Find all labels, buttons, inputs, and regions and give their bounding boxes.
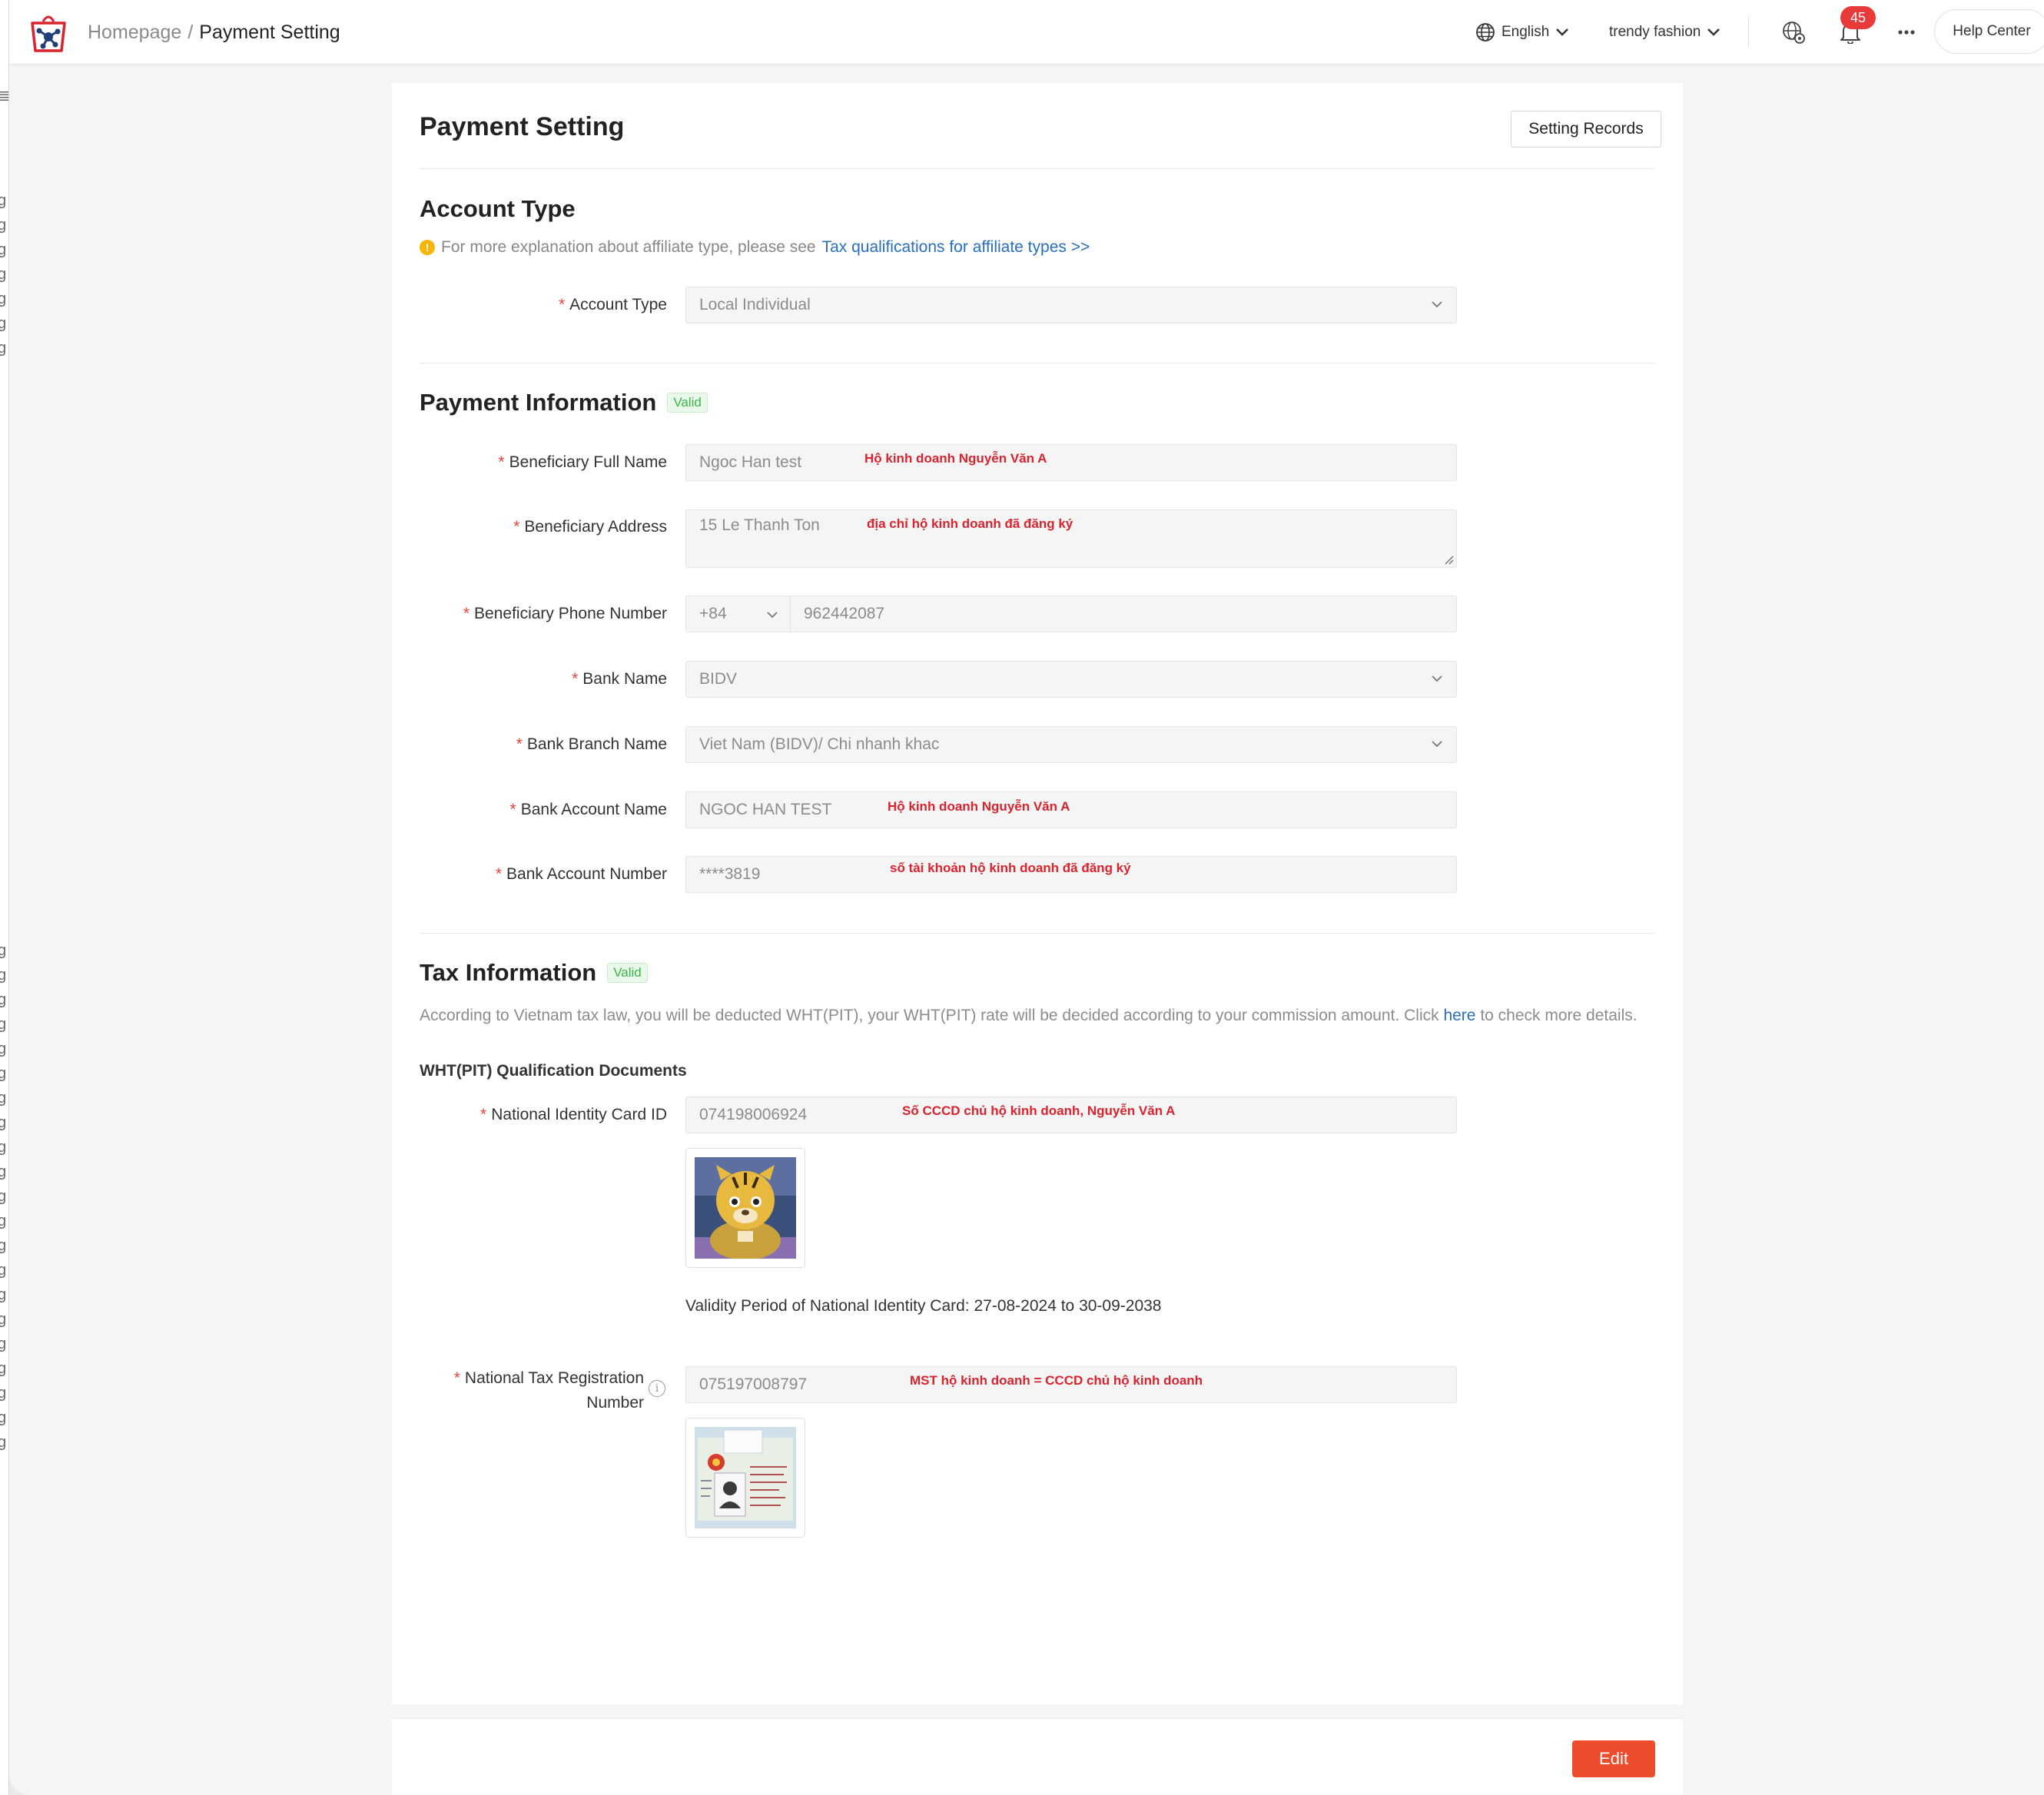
payment-information-heading: Payment Information bbox=[420, 389, 657, 416]
annotation-full-name: Hộ kinh doanh Nguyễn Văn A bbox=[864, 451, 1047, 466]
globe-icon bbox=[1476, 23, 1495, 41]
affiliate-type-hint: ! For more explanation about affiliate t… bbox=[420, 238, 1090, 257]
left-window-edge: ≣ ggggggg ggggggggggggggggggggg bbox=[0, 0, 9, 1795]
status-badge: Valid bbox=[667, 393, 708, 413]
notification-count-badge: 45 bbox=[1840, 6, 1876, 29]
tax-document-photo bbox=[695, 1427, 796, 1528]
bank-name-value: BIDV bbox=[699, 670, 738, 688]
wht-documents-title: WHT(PIT) Qualification Documents bbox=[420, 1062, 687, 1080]
beneficiary-address-value: 15 Le Thanh Ton bbox=[699, 516, 820, 534]
beneficiary-address-label: * Beneficiary Address bbox=[513, 518, 667, 536]
language-label: English bbox=[1501, 24, 1550, 40]
tax-details-link[interactable]: here bbox=[1443, 1007, 1475, 1024]
beneficiary-phone-label: * Beneficiary Phone Number bbox=[463, 605, 667, 622]
divider bbox=[420, 933, 1655, 934]
beneficiary-full-name-label: * Beneficiary Full Name bbox=[498, 453, 667, 471]
info-icon[interactable]: i bbox=[649, 1380, 665, 1397]
breadcrumb-current: Payment Setting bbox=[199, 22, 340, 43]
bank-branch-label: * Bank Branch Name bbox=[516, 735, 667, 753]
bank-account-number-value: ****3819 bbox=[699, 865, 761, 883]
chevron-down-icon bbox=[1432, 301, 1442, 308]
account-type-value: Local Individual bbox=[699, 296, 811, 314]
annotation-address: địa chỉ hộ kinh doanh đã đăng ký bbox=[867, 516, 1073, 531]
language-selector[interactable]: English bbox=[1475, 20, 1569, 45]
bank-branch-select[interactable]: Viet Nam (BIDV)/ Chi nhanh khac bbox=[685, 726, 1457, 763]
phone-number-value: 962442087 bbox=[804, 605, 885, 622]
annotation-tax-number: MST hộ kinh doanh = CCCD chủ hộ kinh doa… bbox=[910, 1373, 1203, 1388]
payment-information-section-title: Payment Information Valid bbox=[420, 389, 708, 416]
tax-information-section-title: Tax Information Valid bbox=[420, 959, 648, 987]
shop-name: trendy fashion bbox=[1609, 24, 1701, 40]
info-warning-icon: ! bbox=[420, 240, 435, 255]
divider bbox=[420, 168, 1655, 169]
annotation-national-id: Số CCCD chủ hộ kinh doanh, Nguyễn Văn A bbox=[902, 1103, 1176, 1118]
chevron-down-icon bbox=[1707, 28, 1720, 36]
tax-qualifications-link[interactable]: Tax qualifications for affiliate types >… bbox=[822, 238, 1090, 257]
tax-description: According to Vietnam tax law, you will b… bbox=[420, 1007, 1638, 1024]
phone-number-input[interactable]: 962442087 bbox=[804, 596, 884, 632]
phone-country-code: +84 bbox=[699, 605, 727, 622]
shop-selector[interactable]: trendy fashion bbox=[1609, 20, 1720, 45]
national-id-value: 074198006924 bbox=[699, 1106, 808, 1123]
more-options-icon[interactable] bbox=[1893, 18, 1920, 46]
phone-country-code-select[interactable]: +84 bbox=[686, 596, 791, 632]
setting-records-button[interactable]: Setting Records bbox=[1511, 111, 1661, 148]
status-badge: Valid bbox=[607, 963, 648, 983]
help-center-button[interactable]: Help Center bbox=[1934, 9, 2044, 54]
resize-handle-icon[interactable] bbox=[1443, 554, 1454, 565]
app-logo-icon[interactable] bbox=[28, 11, 69, 54]
tax-document-image-thumbnail[interactable] bbox=[685, 1418, 805, 1538]
beneficiary-full-name-field[interactable]: Ngoc Han test bbox=[685, 444, 1457, 481]
edit-button[interactable]: Edit bbox=[1572, 1740, 1655, 1777]
national-id-image-thumbnail[interactable] bbox=[685, 1148, 805, 1268]
bank-name-label: * Bank Name bbox=[572, 670, 667, 688]
bank-account-name-field[interactable]: NGOC HAN TEST bbox=[685, 791, 1457, 828]
hint-text: For more explanation about affiliate typ… bbox=[441, 238, 816, 256]
account-type-section-title: Account Type bbox=[420, 195, 576, 223]
id-card-photo bbox=[695, 1157, 796, 1259]
bank-account-name-label: * Bank Account Name bbox=[509, 801, 667, 818]
chevron-down-icon bbox=[1556, 28, 1569, 36]
breadcrumb-separator: / bbox=[187, 22, 194, 43]
annotation-account-number: số tài khoản hộ kinh doanh đã đăng ký bbox=[890, 861, 1131, 875]
account-type-select[interactable]: Local Individual bbox=[685, 287, 1457, 323]
tax-information-heading: Tax Information bbox=[420, 959, 597, 986]
app-window: Homepage / Payment Setting English trendy … bbox=[9, 0, 2044, 1795]
national-tax-registration-label: * National Tax Registration Number bbox=[453, 1369, 644, 1412]
beneficiary-phone-field[interactable]: +84 962442087 bbox=[685, 596, 1457, 632]
national-tax-registration-value: 075197008797 bbox=[699, 1375, 808, 1393]
bank-account-number-label: * Bank Account Number bbox=[495, 865, 667, 883]
bank-name-select[interactable]: BIDV bbox=[685, 661, 1457, 698]
page-title: Payment Setting bbox=[420, 112, 625, 141]
account-type-heading: Account Type bbox=[420, 195, 576, 222]
id-validity-period: Validity Period of National Identity Car… bbox=[685, 1297, 1162, 1315]
chevron-down-icon bbox=[767, 612, 778, 619]
header-divider bbox=[1748, 17, 1749, 48]
bank-account-name-value: NGOC HAN TEST bbox=[699, 801, 832, 818]
annotation-account-name: Hộ kinh doanh Nguyễn Văn A bbox=[888, 799, 1070, 814]
breadcrumb-home[interactable]: Homepage bbox=[88, 22, 181, 43]
bank-branch-value: Viet Nam (BIDV)/ Chi nhanh khac bbox=[699, 735, 940, 753]
national-id-label: * National Identity Card ID bbox=[480, 1106, 667, 1123]
beneficiary-full-name-value: Ngoc Han test bbox=[699, 453, 802, 471]
breadcrumb: Homepage / Payment Setting bbox=[88, 20, 340, 45]
payment-setting-card: Payment Setting Setting Records Account … bbox=[392, 83, 1683, 1704]
globe-settings-icon[interactable] bbox=[1780, 18, 1807, 46]
account-type-label: * Account Type bbox=[558, 296, 667, 314]
chevron-down-icon bbox=[1432, 675, 1442, 682]
card-footer: Edit bbox=[392, 1718, 1683, 1795]
top-header: Homepage / Payment Setting English trendy … bbox=[9, 0, 2044, 65]
chevron-down-icon bbox=[1432, 741, 1442, 748]
